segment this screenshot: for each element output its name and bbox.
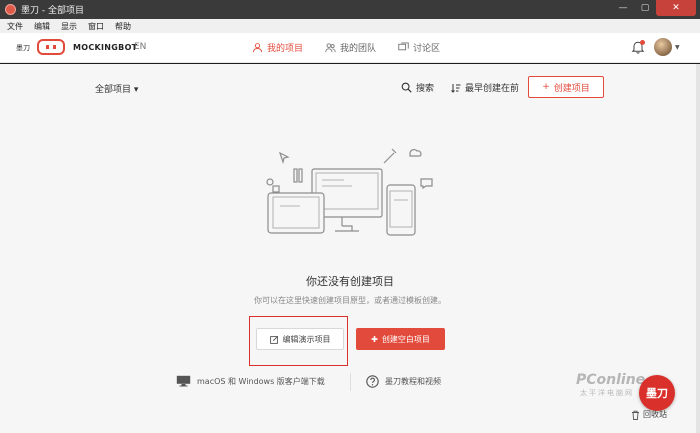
- menu-window[interactable]: 窗口: [88, 21, 104, 32]
- chevron-down-icon[interactable]: ▼: [675, 44, 680, 51]
- sort-button[interactable]: 最早创建在前: [451, 81, 519, 94]
- brand-logo-icon[interactable]: [37, 39, 65, 55]
- menu-view[interactable]: 显示: [61, 21, 77, 32]
- recycle-bin-label: 回收站: [643, 410, 667, 419]
- menubar: 文件 编辑 显示 窗口 帮助: [0, 19, 700, 33]
- nav-discussion[interactable]: 讨论区: [398, 41, 440, 54]
- project-toolbar: 全部项目 ▾ 搜索 最早创建在前 + 创建项目: [0, 76, 700, 100]
- close-button[interactable]: ✕: [656, 0, 696, 16]
- project-filter-dropdown[interactable]: 全部项目 ▾: [95, 82, 138, 95]
- language-toggle[interactable]: EN: [134, 42, 146, 52]
- nav-label: 我的团队: [340, 44, 377, 54]
- mockingbot-fab-button[interactable]: 墨刀: [639, 375, 675, 411]
- chat-icon: [398, 42, 409, 51]
- main-nav: 我的项目 我的团队 讨论区: [252, 41, 440, 54]
- window-controls: — ▢ ✕: [612, 0, 696, 16]
- scrollbar[interactable]: [696, 64, 700, 433]
- menu-help[interactable]: 帮助: [115, 21, 131, 32]
- main-content: 全部项目 ▾ 搜索 最早创建在前 + 创建项目 你还没有创建项目 你可以在这里快…: [0, 64, 700, 433]
- sort-icon: [451, 83, 461, 93]
- team-icon: [325, 43, 336, 53]
- create-project-label: 创建项目: [553, 83, 590, 94]
- avatar[interactable]: [654, 38, 672, 56]
- search-label: 搜索: [416, 84, 435, 94]
- watermark-logo: PConline: [576, 372, 646, 388]
- nav-label: 讨论区: [413, 44, 441, 54]
- trash-icon: [632, 410, 639, 420]
- window-titlebar: 墨刀 - 全部项目 — ▢ ✕: [0, 0, 700, 19]
- user-icon: [252, 43, 263, 53]
- empty-state-title: 你还没有创建项目: [306, 275, 394, 288]
- nav-my-team[interactable]: 我的团队: [325, 41, 376, 54]
- search-icon: [401, 82, 412, 93]
- search-button[interactable]: 搜索: [401, 81, 434, 94]
- app-icon: [5, 4, 16, 15]
- minimize-button[interactable]: —: [612, 0, 634, 16]
- menu-file[interactable]: 文件: [7, 21, 23, 32]
- plus-icon: +: [542, 82, 550, 92]
- divider: [350, 373, 351, 391]
- devices-illustration: [266, 148, 433, 236]
- empty-state-subtitle: 你可以在这里快速创建项目原型，或者通过模板创建。: [254, 296, 446, 305]
- edit-demo-project-label: 编辑演示项目: [282, 334, 331, 344]
- menu-edit[interactable]: 编辑: [34, 21, 50, 32]
- edit-demo-project-button[interactable]: 编辑演示项目: [256, 328, 344, 350]
- brand-cn: 墨刀: [16, 44, 30, 52]
- maximize-button[interactable]: ▢: [634, 0, 656, 16]
- recycle-bin-button[interactable]: 回收站: [631, 409, 667, 420]
- tutorial-link[interactable]: 墨刀教程和视频: [366, 375, 441, 388]
- nav-label: 我的项目: [267, 44, 304, 54]
- client-download-label: macOS 和 Windows 版客户端下载: [197, 376, 325, 386]
- tablet-icon: [267, 192, 325, 234]
- create-blank-project-label: 创建空白项目: [381, 334, 430, 344]
- desktop-icon: [176, 375, 191, 387]
- create-project-button[interactable]: + 创建项目: [528, 76, 604, 98]
- help-icon: [366, 375, 379, 388]
- window-title: 墨刀 - 全部项目: [21, 6, 84, 16]
- plus-icon: ✚: [371, 334, 378, 344]
- nav-my-projects[interactable]: 我的项目: [252, 41, 303, 54]
- app-header: 墨刀 MOCKINGBOT EN 我的项目 我的团队 讨论区 ▼: [0, 33, 700, 63]
- brand-name[interactable]: MOCKINGBOT: [73, 43, 137, 52]
- sort-label: 最早创建在前: [465, 84, 520, 94]
- client-download-link[interactable]: macOS 和 Windows 版客户端下载: [176, 375, 325, 387]
- edit-icon: [269, 335, 278, 344]
- tutorial-label: 墨刀教程和视频: [385, 377, 441, 386]
- watermark-subtitle: 太平洋电脑网: [580, 389, 634, 397]
- create-blank-project-button[interactable]: ✚ 创建空白项目: [356, 328, 445, 350]
- notification-dot: [640, 40, 645, 45]
